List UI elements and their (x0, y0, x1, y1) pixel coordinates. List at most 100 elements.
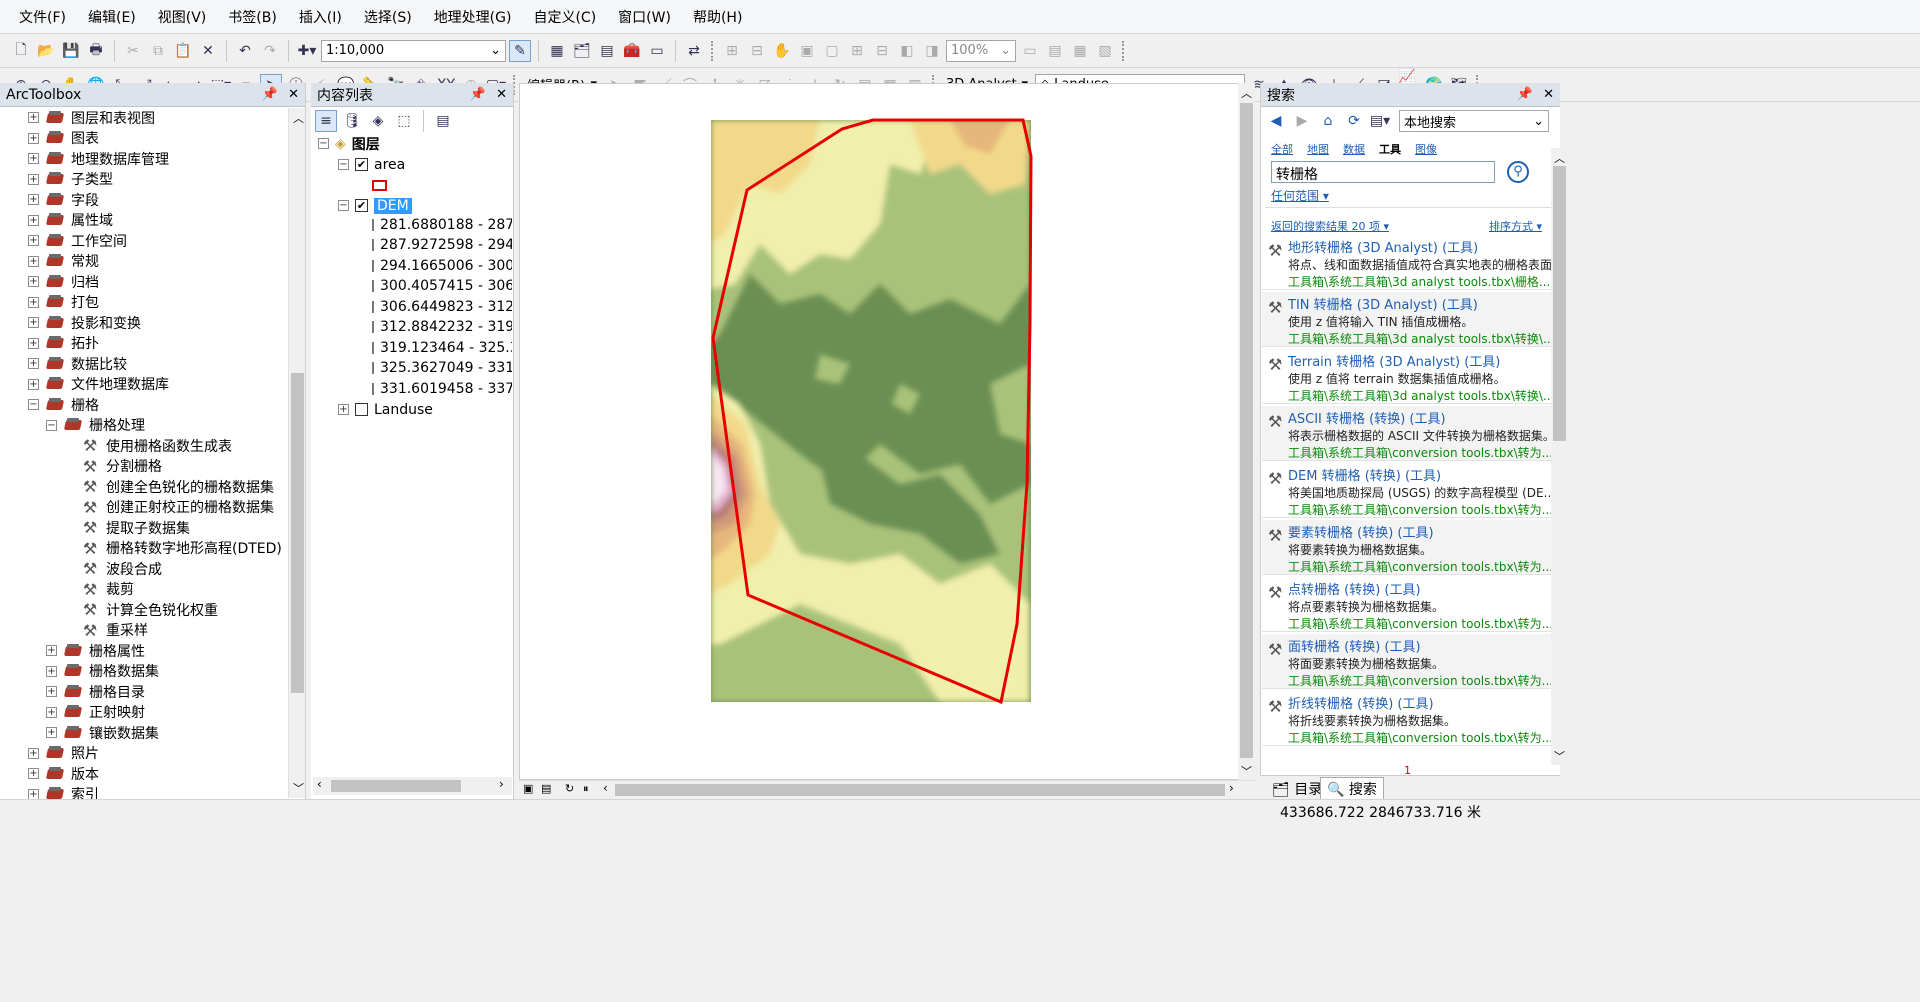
search-result-item[interactable]: ⚒ 折线转栅格 (转换) (工具) 将折线要素转换为栅格数据集。 工具箱\系统工具箱\… (1262, 691, 1554, 746)
pin-icon[interactable]: 📌 (470, 87, 486, 102)
scroll-left-icon[interactable]: ‹ (317, 777, 322, 791)
scroll-right-icon[interactable]: › (499, 777, 504, 791)
layer-visibility-checkbox[interactable]: ✔ (355, 158, 368, 171)
expand-icon[interactable]: + (28, 337, 39, 349)
search-result-item[interactable]: ⚒ 点转栅格 (转换) (工具) 将点要素转换为栅格数据集。 工具箱\系统工具箱\co… (1262, 577, 1554, 632)
scroll-down-icon[interactable]: ﹀ (1241, 763, 1252, 779)
redo-icon[interactable]: ↷ (259, 40, 281, 62)
map-canvas[interactable] (520, 84, 1256, 781)
menu-item[interactable]: 书签(B) (217, 7, 288, 27)
expand-icon[interactable]: + (28, 276, 39, 287)
menu-item[interactable]: 插入(I) (288, 7, 353, 27)
search-tab-0[interactable]: 全部 (1271, 141, 1293, 157)
scroll-down-icon[interactable]: ﹀ (293, 780, 304, 796)
expand-icon[interactable]: + (28, 255, 39, 267)
collapse-icon[interactable]: − (338, 159, 349, 170)
search-range-link[interactable]: 任何范围 ▾ (1271, 187, 1329, 204)
layout-tool-icon[interactable]: ◨ (921, 40, 943, 62)
collapse-icon[interactable]: − (318, 138, 329, 149)
search-input[interactable]: 转栅格 (1271, 161, 1495, 183)
catalog-icon[interactable]: 🗂 (571, 40, 593, 62)
menu-item[interactable]: 自定义(C) (522, 7, 607, 27)
result-title[interactable]: ASCII 转栅格 (转换) (工具) (1288, 408, 1554, 427)
expand-icon[interactable]: + (28, 153, 39, 164)
toc-window-icon[interactable]: ▤ (596, 40, 618, 62)
new-document-icon[interactable]: 🗋 (10, 40, 32, 62)
menu-item[interactable]: 编辑(E) (77, 7, 147, 27)
scroll-left-icon[interactable]: ‹ (603, 781, 608, 795)
model-builder-icon[interactable]: ⇄ (683, 40, 705, 62)
search-result-item[interactable]: ⚒ 要素转栅格 (转换) (工具) 将要素转换为栅格数据集。 工具箱\系统工具箱\co… (1262, 520, 1554, 575)
list-by-source-icon[interactable]: 🛢 (341, 110, 363, 132)
expand-icon[interactable]: + (46, 686, 57, 697)
arctoolbox-icon[interactable]: 🧰 (621, 40, 643, 62)
map-vscrollbar[interactable]: ︿ ﹀ (1238, 83, 1255, 780)
expand-icon[interactable]: + (28, 173, 39, 185)
search-result-item[interactable]: ⚒ Terrain 转栅格 (3D Analyst) (工具) 使用 z 值将 te… (1262, 349, 1554, 404)
expand-icon[interactable]: + (28, 296, 39, 308)
expand-icon[interactable]: + (28, 194, 39, 205)
collapse-icon[interactable]: − (46, 419, 57, 431)
pause-drawing-icon[interactable]: ⏸ (583, 782, 589, 796)
search-tab-3[interactable]: 工具 (1379, 141, 1401, 157)
legend-class[interactable]: 300.4057415 - 306.6 (372, 276, 512, 297)
search-icon[interactable]: ⚲ (1507, 161, 1529, 183)
search-result-item[interactable]: ⚒ ASCII 转栅格 (转换) (工具) 将表示栅格数据的 ASCII 文件转换为… (1262, 406, 1554, 461)
python-window-icon[interactable]: ▭ (646, 40, 668, 62)
close-icon[interactable]: ✕ (496, 87, 507, 102)
expand-icon[interactable]: + (338, 404, 349, 415)
scroll-thumb[interactable] (331, 780, 461, 792)
arctoolbox-scrollbar[interactable]: ︿ ﹀ (288, 108, 305, 798)
legend-class[interactable]: 331.6019458 - 337.8 (372, 378, 512, 399)
legend-class[interactable]: 287.9272598 - 294.1 (372, 235, 512, 256)
list-by-selection-icon[interactable]: ⬚ (393, 110, 415, 132)
list-by-visibility-icon[interactable]: ◈ (367, 110, 389, 132)
pan-layout-icon[interactable]: ✋ (771, 40, 793, 62)
legend-class[interactable]: 281.6880188 - 287.9 (372, 214, 512, 235)
open-folder-icon[interactable]: 📂 (35, 40, 57, 62)
expand-icon[interactable]: + (28, 788, 39, 800)
result-title[interactable]: TIN 转栅格 (3D Analyst) (工具) (1288, 294, 1554, 313)
focus-frame-icon[interactable]: ▤ (1044, 40, 1066, 62)
expand-icon[interactable]: + (28, 235, 39, 246)
result-title[interactable]: 要素转栅格 (转换) (工具) (1288, 522, 1554, 541)
result-title[interactable]: 地形转栅格 (3D Analyst) (工具) (1288, 237, 1554, 256)
delete-icon[interactable]: ✕ (197, 40, 219, 62)
legend-class[interactable]: 325.3627049 - 331.6 (372, 358, 512, 379)
data-driven-pages-icon[interactable]: ▧ (1094, 40, 1116, 62)
pin-icon[interactable]: 📌 (262, 87, 278, 102)
map-scale-combo[interactable]: 1:10,000 ⌄ (321, 39, 506, 62)
forward-icon[interactable]: ▶ (1291, 110, 1313, 132)
scroll-thumb[interactable] (291, 373, 304, 693)
scroll-down-icon[interactable]: ﹀ (1554, 748, 1565, 764)
menu-item[interactable]: 帮助(H) (682, 7, 753, 27)
search-result-item[interactable]: ⚒ TIN 转栅格 (3D Analyst) (工具) 使用 z 值将输入 TIN … (1262, 292, 1554, 347)
scroll-right-icon[interactable]: › (1229, 781, 1234, 795)
result-title[interactable]: 点转栅格 (转换) (工具) (1288, 579, 1554, 598)
expand-icon[interactable]: + (28, 112, 39, 123)
expand-icon[interactable]: + (28, 747, 39, 759)
list-by-drawing-order-icon[interactable]: ≡ (315, 110, 337, 132)
search-tab-2[interactable]: 数据 (1343, 141, 1365, 157)
back-icon[interactable]: ◀ (1265, 110, 1287, 132)
refresh-icon[interactable]: ⟳ (1343, 110, 1365, 132)
layout-tool-icon[interactable]: ▢ (821, 40, 843, 62)
refresh-icon[interactable]: ↻ (565, 782, 574, 795)
pin-icon[interactable]: 📌 (1517, 87, 1533, 102)
layout-zoom-combo[interactable]: 100% ⌄ (946, 39, 1016, 62)
search-result-item[interactable]: ⚒ 面转栅格 (转换) (工具) 将面要素转换为栅格数据集。 工具箱\系统工具箱\co… (1262, 634, 1554, 689)
legend-class[interactable]: 312.8842232 - 319.1 (372, 317, 512, 338)
expand-icon[interactable]: + (28, 132, 39, 144)
toolbar-grip[interactable] (1122, 40, 1126, 61)
layout-tool-icon[interactable]: ⊟ (871, 40, 893, 62)
menu-item[interactable]: 窗口(W) (607, 7, 682, 27)
scroll-thumb[interactable] (1553, 166, 1566, 441)
search-scope-combo[interactable]: 本地搜索 ⌄ (1399, 110, 1549, 132)
legend-class[interactable]: 319.123464 - 325.36 (372, 337, 512, 358)
expand-icon[interactable]: + (28, 768, 39, 779)
catalog-tab[interactable]: 🗂 目录 (1266, 778, 1328, 800)
expand-icon[interactable]: + (28, 378, 39, 390)
expand-icon[interactable]: + (46, 665, 57, 677)
search-result-item[interactable]: ⚒ DEM 转栅格 (转换) (工具) 将美国地质勘探局 (USGS) 的数字高程模… (1262, 463, 1554, 518)
menu-item[interactable]: 文件(F) (8, 7, 77, 27)
